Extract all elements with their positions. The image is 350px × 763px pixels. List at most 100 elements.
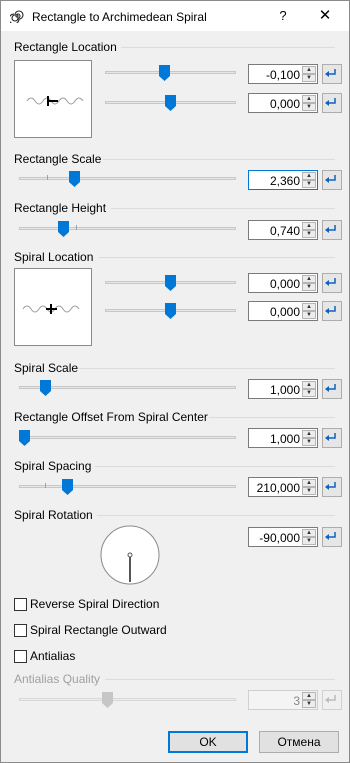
rect-offset-input[interactable]: 1,000 ▲ ▼ — [248, 428, 318, 448]
spin-up-icon[interactable]: ▲ — [302, 430, 316, 438]
rect-scale-label: Rectangle Scale — [14, 152, 102, 166]
spiral-scale-label: Spiral Scale — [14, 361, 79, 375]
spiral-rotation-label: Spiral Rotation — [14, 508, 93, 522]
spin-up-icon[interactable]: ▲ — [302, 479, 316, 487]
spin-up-icon[interactable]: ▲ — [302, 95, 316, 103]
slider-thumb[interactable] — [159, 65, 170, 81]
spiral-location-x-slider[interactable] — [105, 273, 236, 293]
spiral-spacing-label: Spiral Spacing — [14, 459, 92, 473]
spin-down-icon[interactable]: ▼ — [302, 487, 316, 495]
rect-offset-label: Rectangle Offset From Spiral Center — [14, 410, 208, 424]
spiral-location-pad[interactable] — [14, 268, 92, 346]
reset-spiral-location-y-button[interactable] — [322, 301, 342, 321]
antialias-quality-label: Antialias Quality — [14, 672, 101, 686]
section-divider — [105, 679, 335, 680]
reset-antialias-quality-button — [322, 690, 342, 710]
crosshair-icon — [47, 96, 58, 106]
reset-arrow-icon — [325, 532, 336, 540]
spiral-scale-input[interactable]: 1,000 ▲ ▼ — [248, 379, 318, 399]
spin-down-icon[interactable]: ▼ — [302, 74, 316, 82]
reset-spiral-location-x-button[interactable] — [322, 273, 342, 293]
spin-up-icon[interactable]: ▲ — [302, 529, 316, 537]
help-button[interactable]: ? — [273, 7, 293, 25]
spin-up-icon[interactable]: ▲ — [302, 66, 316, 74]
reset-arrow-icon — [325, 98, 336, 106]
ok-button[interactable]: OK — [168, 731, 248, 753]
slider-thumb[interactable] — [69, 171, 80, 187]
rect-height-input[interactable]: 0,740 ▲ ▼ — [248, 220, 318, 240]
rect-scale-slider[interactable] — [19, 169, 236, 189]
rect-location-x-input[interactable]: -0,100 ▲ ▼ — [248, 64, 318, 84]
rect-location-pad[interactable] — [14, 60, 92, 138]
reset-spiral-spacing-button[interactable] — [322, 477, 342, 497]
spin-up-icon[interactable]: ▲ — [302, 172, 316, 180]
antialias-quality-slider — [19, 690, 236, 710]
spin-up-icon[interactable]: ▲ — [302, 303, 316, 311]
spin-down-icon[interactable]: ▼ — [302, 438, 316, 446]
slider-thumb[interactable] — [58, 221, 69, 237]
spiral-spacing-input[interactable]: 210,000 ▲ ▼ — [248, 477, 318, 497]
antialias-quality-input: 3 ▲ ▼ — [248, 690, 318, 710]
slider-thumb[interactable] — [165, 275, 176, 291]
section-divider — [209, 417, 335, 418]
crosshair-icon — [46, 304, 57, 314]
rect-location-x-slider[interactable] — [105, 63, 236, 83]
reset-rect-location-x-button[interactable] — [322, 64, 342, 84]
spiral-location-label: Spiral Location — [14, 250, 94, 264]
rect-location-y-slider[interactable] — [105, 93, 236, 113]
spiral-spacing-slider[interactable] — [19, 477, 236, 497]
spiral-location-preview — [22, 304, 80, 314]
spin-down-icon[interactable]: ▼ — [302, 180, 316, 188]
section-divider — [95, 466, 335, 467]
spiral-location-y-slider[interactable] — [105, 301, 236, 321]
section-divider — [97, 515, 335, 516]
spin-down-icon: ▼ — [302, 700, 316, 708]
reset-rect-height-button[interactable] — [322, 220, 342, 240]
spiral-scale-slider[interactable] — [19, 378, 236, 398]
reset-arrow-icon — [325, 384, 336, 392]
spin-down-icon[interactable]: ▼ — [302, 103, 316, 111]
rect-location-label: Rectangle Location — [14, 40, 117, 54]
slider-thumb — [102, 692, 113, 708]
slider-thumb[interactable] — [62, 479, 73, 495]
checkbox-box[interactable] — [14, 598, 27, 611]
reset-rect-scale-button[interactable] — [322, 170, 342, 190]
reset-rect-offset-button[interactable] — [322, 428, 342, 448]
reset-rect-location-y-button[interactable] — [322, 93, 342, 113]
spin-up-icon[interactable]: ▲ — [302, 275, 316, 283]
rect-offset-slider[interactable] — [19, 428, 236, 448]
spin-up-icon: ▲ — [302, 692, 316, 700]
section-divider — [79, 368, 335, 369]
cancel-button[interactable]: Отмена — [259, 731, 339, 753]
reset-arrow-icon — [325, 278, 336, 286]
spin-down-icon[interactable]: ▼ — [302, 283, 316, 291]
reset-arrow-icon — [325, 482, 336, 490]
spin-down-icon[interactable]: ▼ — [302, 537, 316, 545]
rect-height-label: Rectangle Height — [14, 201, 107, 215]
slider-thumb[interactable] — [165, 303, 176, 319]
dialog-window: Rectangle to Archimedean Spiral ? ✕ Rect… — [0, 0, 350, 763]
checkbox-box[interactable] — [14, 650, 27, 663]
close-button[interactable]: ✕ — [315, 7, 335, 25]
spiral-location-x-input[interactable]: 0,000 ▲ ▼ — [248, 273, 318, 293]
rotation-dial[interactable] — [99, 524, 161, 586]
slider-thumb[interactable] — [40, 380, 51, 396]
spin-down-icon[interactable]: ▼ — [302, 311, 316, 319]
reset-spiral-scale-button[interactable] — [322, 379, 342, 399]
section-divider — [111, 208, 335, 209]
spiral-rotation-input[interactable]: -90,000 ▲ ▼ — [248, 527, 318, 547]
spin-down-icon[interactable]: ▼ — [302, 389, 316, 397]
spin-down-icon[interactable]: ▼ — [302, 230, 316, 238]
slider-thumb[interactable] — [165, 95, 176, 111]
checkbox-box[interactable] — [14, 624, 27, 637]
reset-arrow-icon — [325, 69, 336, 77]
rect-height-slider[interactable] — [19, 219, 236, 239]
spin-up-icon[interactable]: ▲ — [302, 381, 316, 389]
rect-scale-input[interactable]: 2,360 ▲ ▼ — [248, 170, 318, 190]
rect-location-y-input[interactable]: 0,000 ▲ ▼ — [248, 93, 318, 113]
section-divider — [121, 47, 335, 48]
spin-up-icon[interactable]: ▲ — [302, 222, 316, 230]
slider-thumb[interactable] — [19, 430, 30, 446]
reset-spiral-rotation-button[interactable] — [322, 527, 342, 547]
spiral-location-y-input[interactable]: 0,000 ▲ ▼ — [248, 301, 318, 321]
